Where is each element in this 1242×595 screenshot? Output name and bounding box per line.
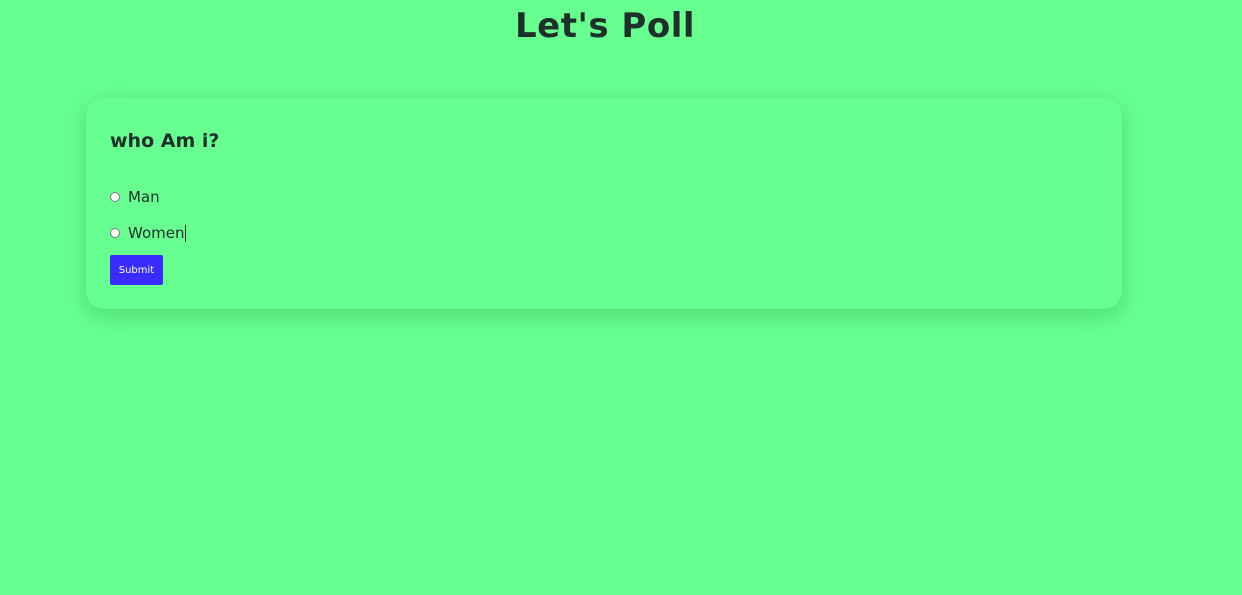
- text-cursor: [185, 224, 187, 242]
- poll-card: who Am i? Man Women Submit: [86, 98, 1122, 309]
- option-label-women: Women: [128, 224, 185, 242]
- poll-option-man[interactable]: Man: [110, 188, 160, 206]
- radio-button-man[interactable]: [110, 192, 120, 202]
- submit-button[interactable]: Submit: [110, 255, 163, 285]
- poll-question: who Am i?: [110, 130, 220, 152]
- radio-button-women[interactable]: [110, 228, 120, 238]
- option-label-man: Man: [128, 188, 160, 206]
- poll-option-women[interactable]: Women: [110, 224, 187, 242]
- page-title: Let's Poll: [514, 6, 696, 46]
